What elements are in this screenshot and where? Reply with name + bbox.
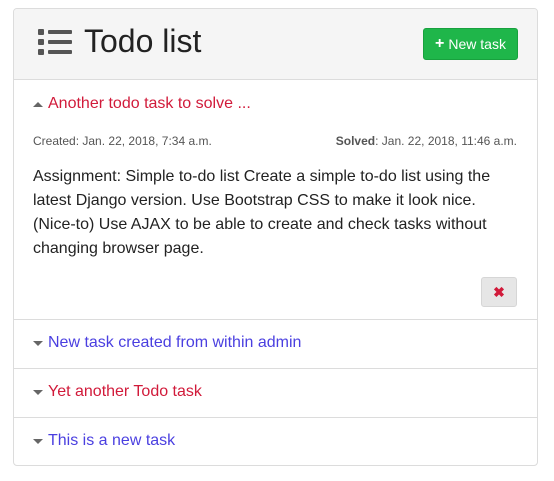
- close-icon: ✖: [493, 283, 505, 300]
- caret-down-icon: [33, 438, 43, 444]
- created-value: Jan. 22, 2018, 7:34 a.m.: [82, 134, 212, 148]
- caret-down-icon: [33, 389, 43, 395]
- created-info: Created: Jan. 22, 2018, 7:34 a.m.: [33, 134, 212, 148]
- solved-info: Solved: Jan. 22, 2018, 11:46 a.m.: [336, 134, 517, 148]
- plus-icon: +: [435, 35, 445, 52]
- task-item: This is a new task: [14, 418, 537, 465]
- task-title: New task created from within admin: [48, 334, 302, 351]
- list-icon: [38, 29, 72, 55]
- caret-down-icon: [33, 340, 43, 346]
- task-meta: Created: Jan. 22, 2018, 7:34 a.m. Solved…: [33, 134, 517, 148]
- new-task-button[interactable]: + New task: [423, 28, 518, 60]
- task-item: New task created from within admin: [14, 320, 537, 369]
- task-toggle[interactable]: This is a new task: [33, 432, 175, 450]
- delete-task-button[interactable]: ✖: [481, 277, 517, 307]
- task-description: Assignment: Simple to-do list Create a s…: [33, 168, 491, 257]
- task-title: Another todo task to solve ...: [48, 95, 251, 112]
- task-title: This is a new task: [48, 432, 176, 449]
- task-toggle[interactable]: New task created from within admin: [33, 334, 301, 352]
- created-label: Created:: [33, 134, 80, 148]
- task-item: Another todo task to solve ... Created: …: [14, 80, 537, 320]
- task-toggle[interactable]: Another todo task to solve ...: [33, 95, 251, 113]
- caret-up-icon: [33, 101, 43, 107]
- todo-panel: Todo list + New task Another todo task t…: [13, 8, 538, 466]
- panel-header: Todo list + New task: [14, 9, 537, 80]
- solved-value: : Jan. 22, 2018, 11:46 a.m.: [375, 134, 517, 148]
- solved-label: Solved: [335, 134, 376, 148]
- page-title: Todo list: [84, 23, 202, 59]
- task-item: Yet another Todo task: [14, 369, 537, 418]
- task-title: Yet another Todo task: [48, 383, 202, 400]
- task-toggle[interactable]: Yet another Todo task: [33, 383, 202, 401]
- new-task-label: New task: [448, 36, 506, 52]
